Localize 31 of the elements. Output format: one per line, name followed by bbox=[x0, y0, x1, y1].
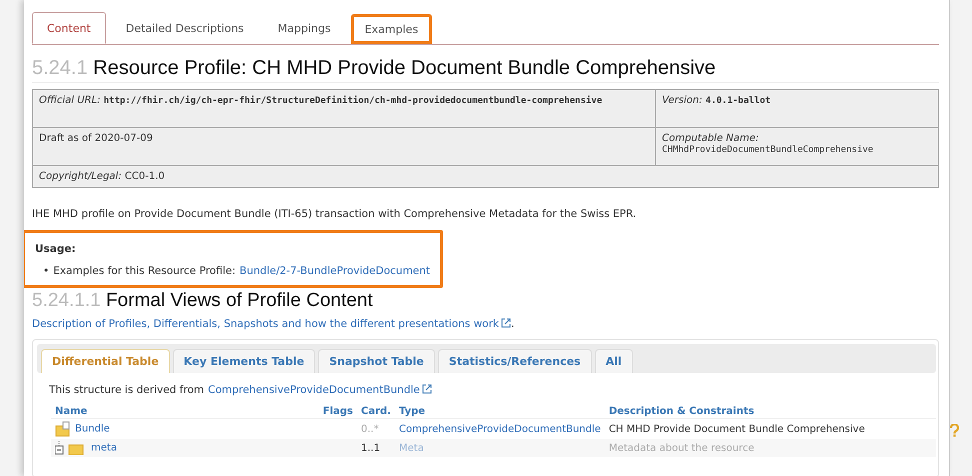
type-link[interactable]: ComprehensiveProvideDocumentBundle bbox=[399, 424, 601, 434]
element-link[interactable]: Bundle bbox=[75, 424, 110, 435]
view-tab[interactable]: Differential Table bbox=[41, 349, 170, 373]
meta-field: Copyright/Legal: CC0-1.0 bbox=[39, 171, 165, 182]
description-text: IHE MHD profile on Provide Document Bundle (ITI-65) transaction with Comprehensive Metadata for the Swiss EPR. bbox=[32, 208, 638, 220]
external-link-icon bbox=[422, 384, 432, 394]
element-link[interactable]: meta bbox=[91, 442, 117, 454]
description-cell: CH MHD Provide Document Bundle Comprehensive bbox=[608, 424, 865, 434]
usage-label: Usage: bbox=[35, 243, 77, 255]
external-link-icon bbox=[501, 318, 511, 328]
view-tab[interactable]: All bbox=[594, 349, 633, 373]
profiles-link[interactable]: Description of Profiles, Differentials, Snapshots and how the different presentations work bbox=[32, 318, 499, 330]
tab[interactable]: Content bbox=[32, 12, 106, 44]
page-title: 5.24.1 Resource Profile: CH MHD Provide Document Bundle Comprehensive bbox=[32, 57, 939, 83]
card-cell: 1..1 bbox=[361, 442, 380, 454]
view-tab[interactable]: Snapshot Table bbox=[318, 349, 435, 373]
meta-text: Draft as of 2020-07-09 bbox=[39, 133, 153, 144]
example-link[interactable]: Bundle/2-7-BundleProvideDocument bbox=[240, 265, 430, 277]
period-text: . bbox=[511, 318, 514, 330]
usage-item: Examples for this Resource Profile: bbox=[53, 265, 236, 277]
derived-text: This structure is derived from bbox=[49, 384, 204, 396]
help-icon[interactable] bbox=[950, 424, 959, 437]
view-tab[interactable]: Key Elements Table bbox=[172, 349, 316, 373]
view-tab[interactable]: Statistics/References bbox=[438, 349, 592, 373]
card-cell: 0..* bbox=[361, 424, 379, 434]
tab[interactable]: Examples bbox=[350, 14, 432, 44]
description-cell: Metadata about the resource bbox=[608, 442, 754, 454]
base-profile-link[interactable]: ComprehensiveProvideDocumentBundle bbox=[208, 384, 420, 396]
section-title: 5.24.1.1 Formal Views of Profile Content bbox=[32, 290, 374, 313]
bullet-mark: • bbox=[43, 265, 50, 277]
meta-field: Version: 4.0.1-ballot bbox=[662, 95, 771, 106]
